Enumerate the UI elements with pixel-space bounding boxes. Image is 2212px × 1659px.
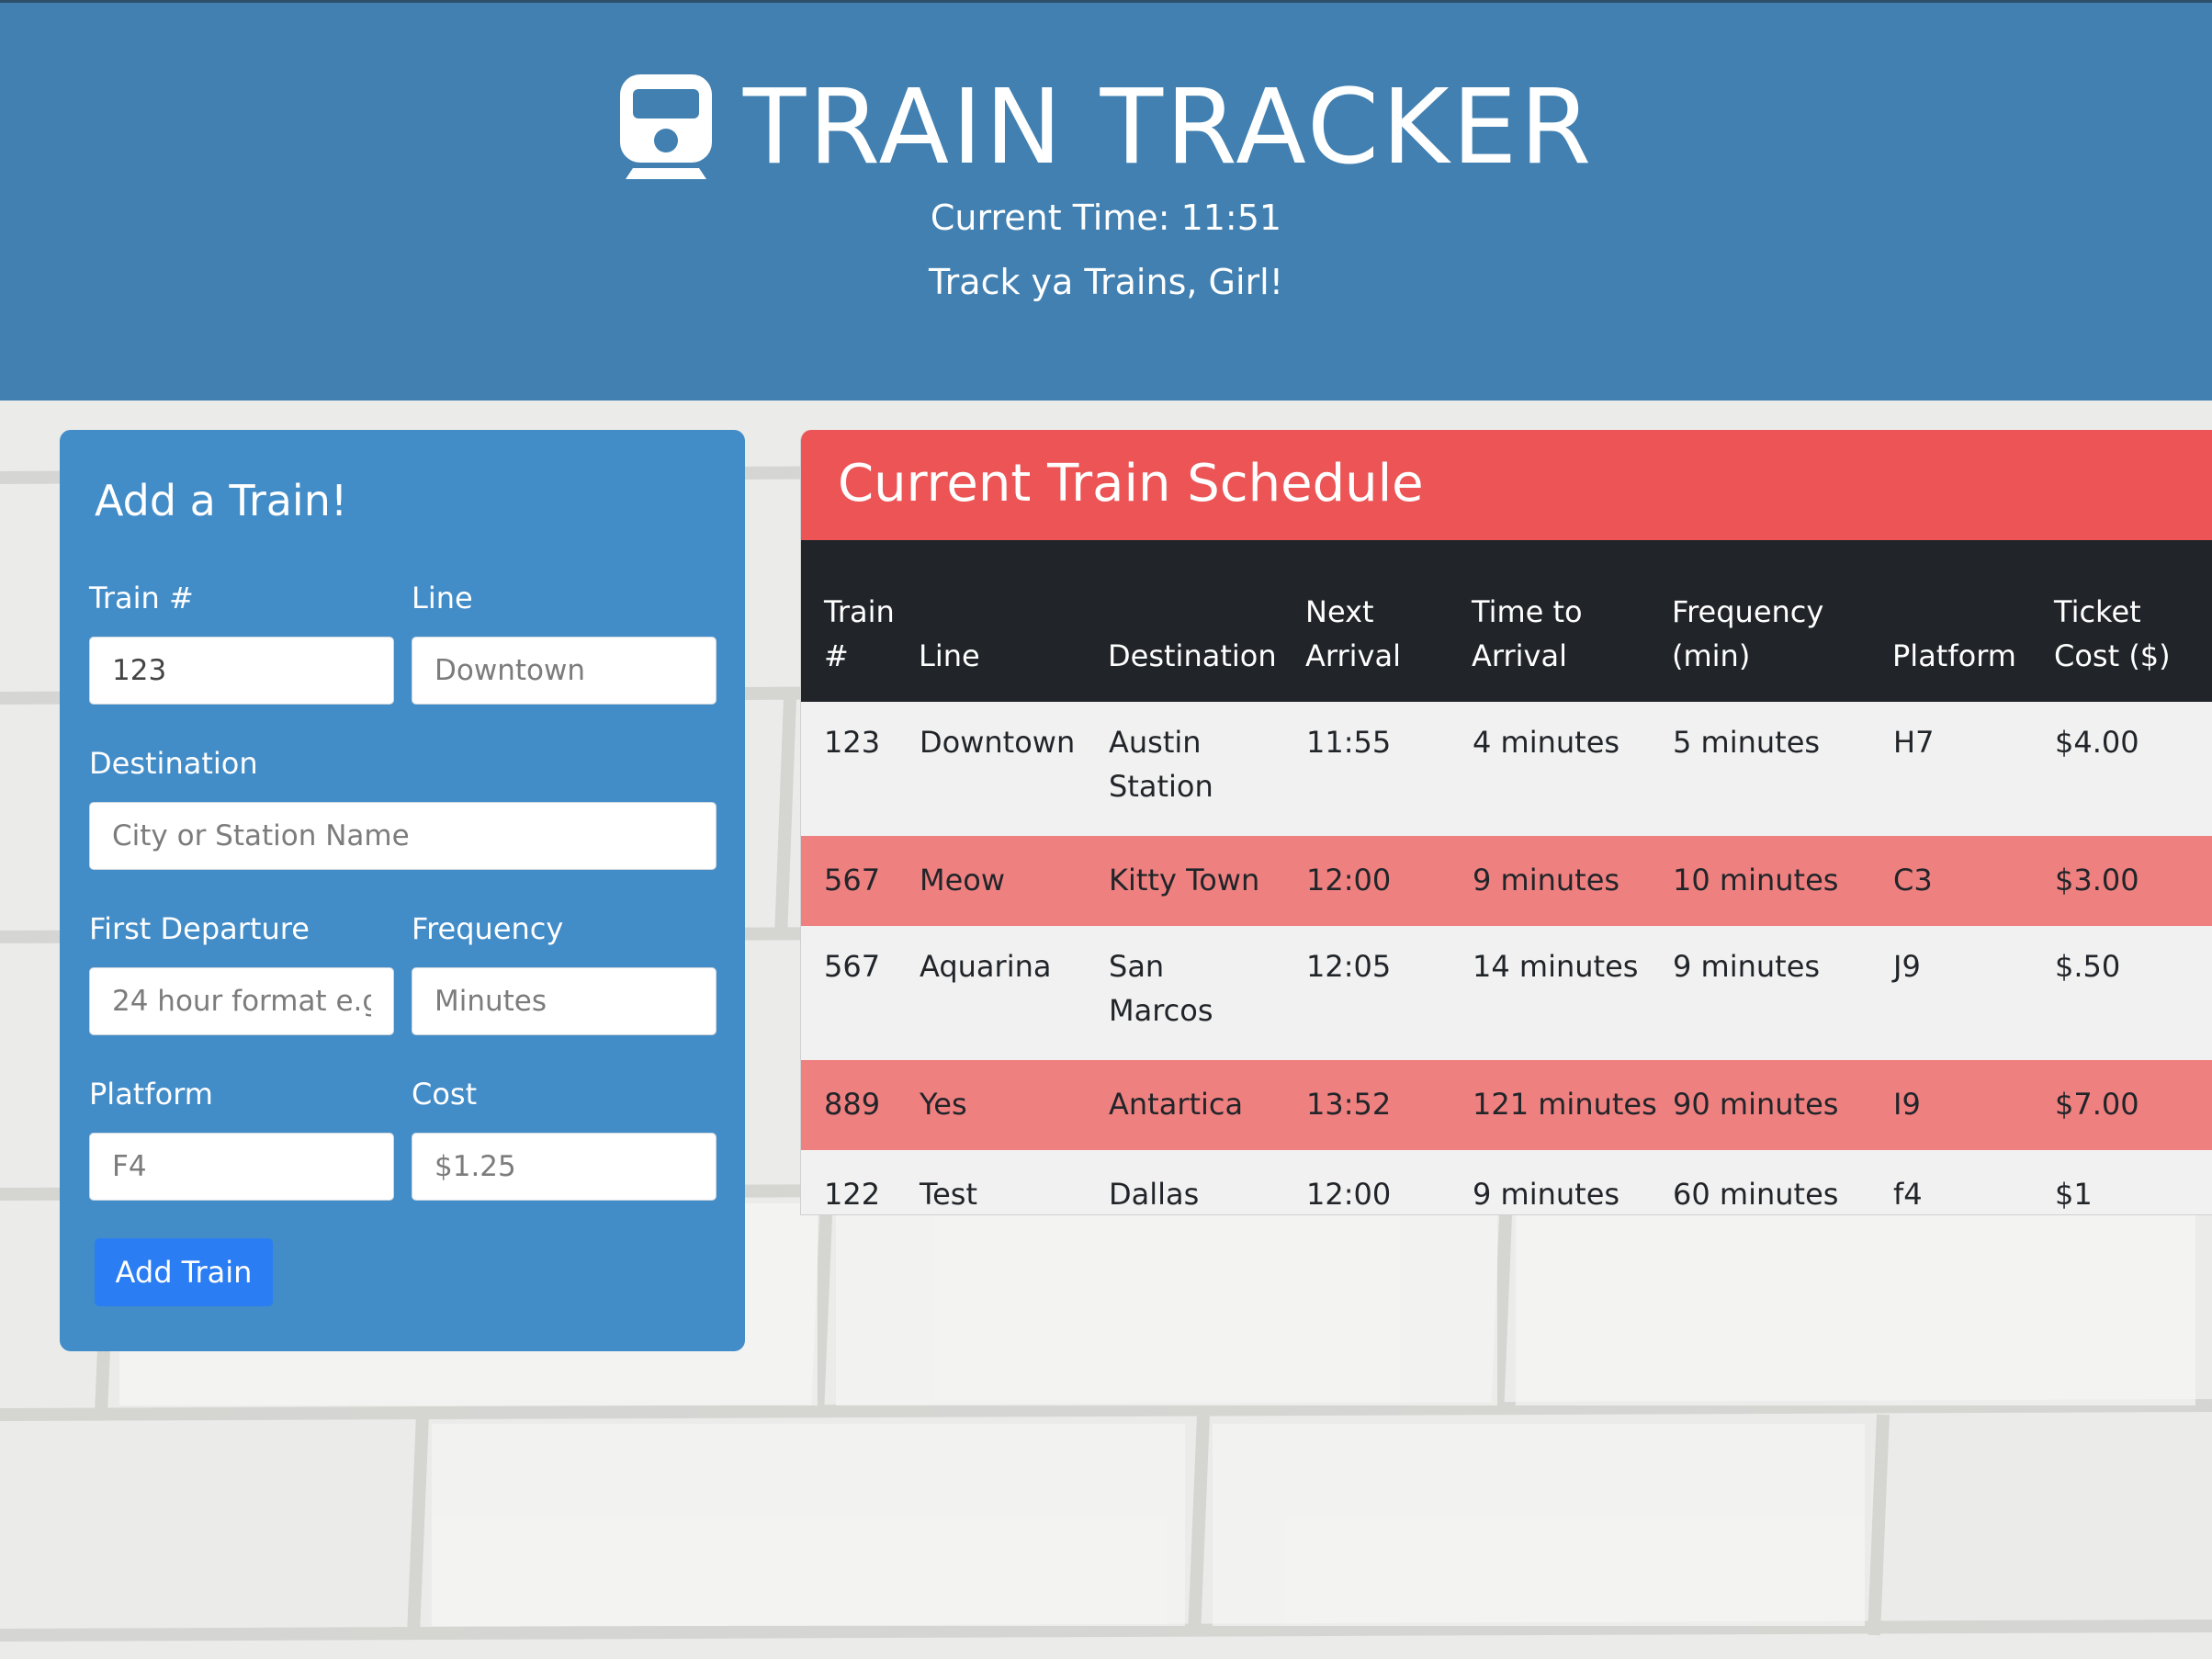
table-cell: 12:00 (1305, 1150, 1472, 1214)
column-header[interactable]: Platform (1892, 540, 2054, 702)
panel-title: Add a Train! (95, 476, 348, 525)
table-cell: 5 minutes (1672, 702, 1892, 836)
train-icon (618, 73, 714, 183)
column-header[interactable]: Frequency (min) (1672, 540, 1892, 702)
table-header-row: Train # Line Destination Next Arrival Ti… (801, 540, 2212, 702)
table-cell: San Marcos (1108, 926, 1305, 1060)
table-cell: 9 minutes (1472, 1150, 1672, 1214)
table-cell: 9 minutes (1672, 926, 1892, 1060)
table-cell: 60 minutes (1672, 1150, 1892, 1214)
add-train-panel: Add a Train! Train # Line Destination Fi… (60, 430, 745, 1351)
table-cell: $.50 (2054, 926, 2212, 1060)
column-header[interactable]: Ticket Cost ($) (2054, 540, 2212, 702)
train-number-input[interactable] (89, 637, 394, 705)
table-row[interactable]: 889 Yes Antartica 13:52 121 minutes 90 m… (801, 1060, 2212, 1150)
table-row[interactable]: 567 Meow Kitty Town 12:00 9 minutes 10 m… (801, 836, 2212, 926)
schedule-table: Train # Line Destination Next Arrival Ti… (801, 540, 2212, 1214)
table-cell: 123 (801, 702, 919, 836)
platform-label: Platform (89, 1077, 213, 1112)
train-number-label: Train # (89, 581, 194, 615)
page-header: TRAIN TRACKER Current Time: 11:51 Track … (0, 0, 2212, 401)
table-cell: $4.00 (2054, 702, 2212, 836)
current-time: Current Time: 11:51 (930, 198, 1282, 238)
platform-input[interactable] (89, 1133, 394, 1201)
destination-label: Destination (89, 746, 258, 781)
column-header[interactable]: Time to Arrival (1472, 540, 1672, 702)
table-cell: Yes (919, 1060, 1108, 1150)
column-header[interactable]: Train # (801, 540, 919, 702)
table-cell: Dallas (1108, 1150, 1305, 1214)
table-cell: J9 (1892, 926, 2054, 1060)
table-cell: 567 (801, 836, 919, 926)
table-cell: 4 minutes (1472, 702, 1672, 836)
table-cell: 567 (801, 926, 919, 1060)
table-cell: 122 (801, 1150, 919, 1214)
table-cell: 14 minutes (1472, 926, 1672, 1060)
table-cell: $3.00 (2054, 836, 2212, 926)
cost-input[interactable] (412, 1133, 717, 1201)
table-row[interactable]: 123 Downtown Austin Station 11:55 4 minu… (801, 702, 2212, 836)
frequency-label: Frequency (412, 911, 564, 946)
table-cell: 121 minutes (1472, 1060, 1672, 1150)
table-cell: 9 minutes (1472, 836, 1672, 926)
first-departure-label: First Departure (89, 911, 310, 946)
schedule-title: Current Train Schedule (838, 454, 1424, 514)
line-input[interactable] (412, 637, 717, 705)
table-row[interactable]: 122 Test Dallas 12:00 9 minutes 60 minut… (801, 1150, 2212, 1214)
column-header[interactable]: Line (919, 540, 1108, 702)
first-departure-input[interactable] (89, 967, 394, 1035)
schedule-header: Current Train Schedule (801, 430, 2212, 540)
cost-label: Cost (412, 1077, 478, 1112)
table-cell: Downtown (919, 702, 1108, 836)
table-cell: Test (919, 1150, 1108, 1214)
table-cell: 12:05 (1305, 926, 1472, 1060)
table-cell: H7 (1892, 702, 2054, 836)
table-cell: 10 minutes (1672, 836, 1892, 926)
table-cell: Kitty Town (1108, 836, 1305, 926)
table-cell: 11:55 (1305, 702, 1472, 836)
table-cell: I9 (1892, 1060, 2054, 1150)
table-cell: $7.00 (2054, 1060, 2212, 1150)
title-row: TRAIN TRACKER (0, 63, 2212, 192)
table-cell: Meow (919, 836, 1108, 926)
schedule-panel: Current Train Schedule Train # Line Dest… (800, 430, 2212, 1215)
table-cell: Antartica (1108, 1060, 1305, 1150)
column-header[interactable]: Next Arrival (1305, 540, 1472, 702)
app-title: TRAIN TRACKER (742, 68, 1595, 187)
table-cell: $1 (2054, 1150, 2212, 1214)
table-cell: 90 minutes (1672, 1060, 1892, 1150)
tagline: Track ya Trains, Girl! (929, 262, 1283, 302)
frequency-input[interactable] (412, 967, 717, 1035)
table-cell: Aquarina (919, 926, 1108, 1060)
table-cell: Austin Station (1108, 702, 1305, 836)
table-cell: 889 (801, 1060, 919, 1150)
table-cell: 13:52 (1305, 1060, 1472, 1150)
destination-input[interactable] (89, 802, 717, 870)
add-train-button[interactable]: Add Train (95, 1238, 273, 1306)
table-row[interactable]: 567 Aquarina San Marcos 12:05 14 minutes… (801, 926, 2212, 1060)
table-cell: f4 (1892, 1150, 2054, 1214)
table-cell: 12:00 (1305, 836, 1472, 926)
line-label: Line (412, 581, 473, 615)
column-header[interactable]: Destination (1108, 540, 1305, 702)
table-cell: C3 (1892, 836, 2054, 926)
